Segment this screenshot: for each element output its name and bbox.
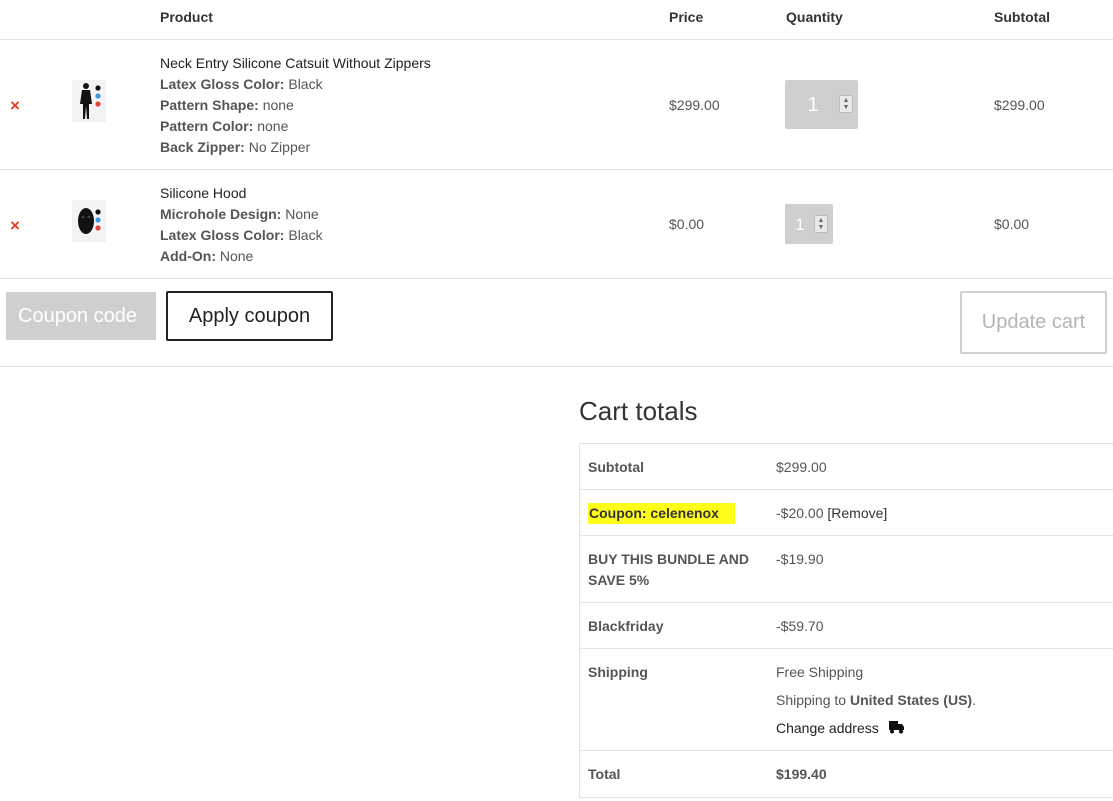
chevron-up-icon[interactable]: ▲: [840, 97, 852, 104]
product-meta: Back Zipper: No Zipper: [160, 139, 311, 155]
product-meta: Add-On: None: [160, 248, 254, 264]
totals-row-subtotal: Subtotal $299.00: [580, 444, 1113, 490]
divider: [0, 169, 1113, 170]
cart-totals-title: Cart totals: [579, 396, 698, 426]
quantity-stepper[interactable]: ▲ ▼: [814, 215, 828, 233]
coupon-value: -$20.00 [Remove]: [776, 505, 888, 521]
bundle-discount-label: BUY THIS BUNDLE AND SAVE 5%: [588, 551, 750, 588]
product-meta: Latex Gloss Color: Black: [160, 76, 323, 92]
totals-row-total: Total $199.40: [580, 751, 1113, 798]
quantity-input[interactable]: 1 ▲ ▼: [785, 80, 858, 129]
blackfriday-value: -$59.70: [776, 618, 824, 634]
remove-item-button[interactable]: ×: [10, 97, 20, 114]
remove-item-button[interactable]: ×: [10, 217, 20, 234]
shipping-method: Free Shipping: [776, 664, 864, 680]
product-meta: Latex Gloss Color: Black: [160, 227, 323, 243]
total-label: Total: [588, 766, 621, 782]
quantity-input[interactable]: 1 ▲ ▼: [785, 204, 833, 244]
divider: [0, 39, 1113, 40]
item-price: $0.00: [669, 216, 705, 232]
header-price: Price: [669, 9, 704, 25]
subtotal-value: $299.00: [776, 459, 827, 475]
product-meta: Pattern Color: none: [160, 118, 289, 134]
product-thumbnail-hood[interactable]: [72, 200, 106, 242]
cart-totals-table: Subtotal $299.00 Coupon: celenenox -$20.…: [579, 443, 1113, 798]
totals-row-shipping: Shipping Free Shipping Shipping to Unite…: [580, 649, 1113, 751]
chevron-down-icon[interactable]: ▼: [815, 224, 827, 231]
bundle-discount-value: -$19.90: [776, 551, 824, 567]
remove-x-icon: ×: [10, 216, 20, 235]
shipping-label: Shipping: [588, 664, 648, 680]
blackfriday-label: Blackfriday: [588, 618, 664, 634]
header-quantity: Quantity: [786, 9, 843, 25]
update-cart-button[interactable]: Update cart: [960, 291, 1107, 354]
subtotal-label: Subtotal: [588, 459, 644, 475]
product-name-link[interactable]: Neck Entry Silicone Catsuit Without Zipp…: [160, 55, 431, 71]
quantity-stepper[interactable]: ▲ ▼: [839, 95, 853, 113]
catsuit-image: [80, 83, 101, 119]
divider: [0, 278, 1113, 279]
coupon-code-input[interactable]: [6, 292, 156, 340]
shipping-destination: Shipping to United States (US).: [776, 692, 976, 708]
divider: [0, 366, 1113, 367]
chevron-up-icon[interactable]: ▲: [815, 217, 827, 224]
item-subtotal: $299.00: [994, 97, 1045, 113]
item-subtotal: $0.00: [994, 216, 1030, 232]
change-address-link[interactable]: Change address: [776, 718, 905, 739]
coupon-label: Coupon: celenenox: [588, 503, 735, 524]
total-value: $199.40: [776, 766, 827, 782]
chevron-down-icon[interactable]: ▼: [840, 104, 852, 111]
product-name-link[interactable]: Silicone Hood: [160, 185, 246, 201]
totals-row-coupon: Coupon: celenenox -$20.00 [Remove]: [580, 490, 1113, 536]
header-product: Product: [160, 9, 213, 25]
apply-coupon-button[interactable]: Apply coupon: [166, 291, 333, 341]
truck-icon: [888, 721, 904, 734]
remove-x-icon: ×: [10, 96, 20, 115]
hood-image: [78, 208, 101, 234]
product-thumbnail-catsuit[interactable]: [72, 80, 106, 122]
totals-row-blackfriday: Blackfriday -$59.70: [580, 603, 1113, 649]
item-price: $299.00: [669, 97, 720, 113]
remove-coupon-link[interactable]: [Remove]: [827, 505, 887, 521]
product-meta: Pattern Shape: none: [160, 97, 294, 113]
header-subtotal: Subtotal: [994, 9, 1050, 25]
totals-row-bundle: BUY THIS BUNDLE AND SAVE 5% -$19.90: [580, 536, 1113, 603]
product-meta: Microhole Design: None: [160, 206, 319, 222]
